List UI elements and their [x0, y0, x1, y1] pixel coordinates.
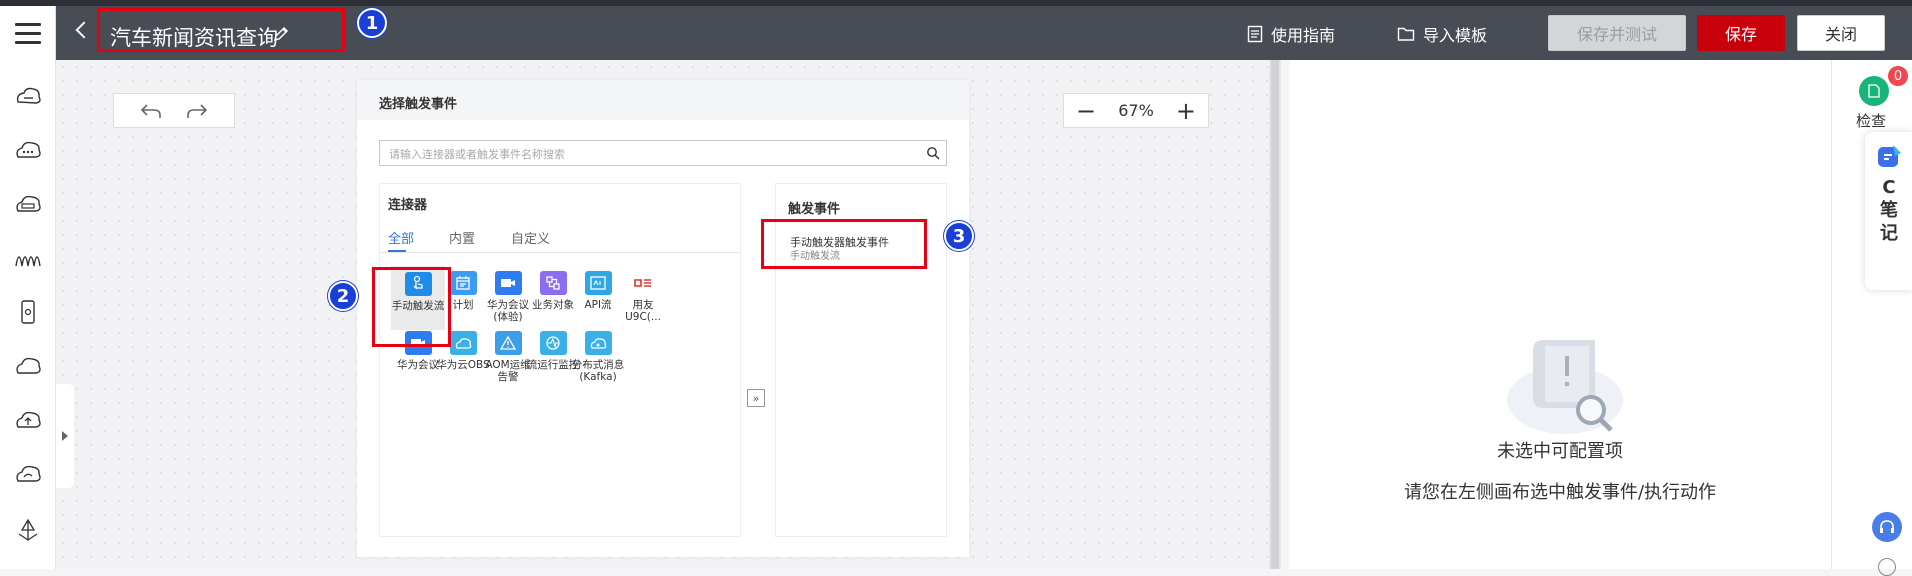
flow-icon[interactable]: [12, 246, 44, 270]
note-panel-tab[interactable]: C笔记: [1865, 132, 1912, 290]
note-label: C笔记: [1880, 177, 1898, 244]
folder-icon: [1397, 27, 1415, 41]
yonyou-logo: [629, 271, 657, 295]
guide-link[interactable]: 使用指南: [1247, 22, 1335, 46]
tab-all[interactable]: 全部: [388, 228, 414, 247]
right-toolbar: 0 检查 C笔记: [1831, 60, 1912, 576]
cloud-upload-icon[interactable]: [12, 408, 44, 432]
document-icon: [1247, 25, 1263, 43]
tab-builtin[interactable]: 内置: [449, 228, 475, 247]
expand-triggers-button[interactable]: »: [747, 389, 765, 407]
back-arrow-icon[interactable]: [75, 21, 93, 39]
calendar-icon: [449, 271, 477, 295]
step-badge-3: 3: [944, 221, 974, 251]
tab-custom[interactable]: 自定义: [511, 228, 550, 247]
check-count-badge: 0: [1888, 66, 1908, 86]
save-button[interactable]: 保存: [1697, 15, 1785, 51]
connector-yonyou-u9c[interactable]: 用友U9C(...: [616, 271, 670, 323]
check-icon[interactable]: [1859, 76, 1889, 106]
note-icon: [1878, 145, 1901, 167]
undo-icon[interactable]: [139, 101, 163, 121]
connectors-title: 连接器: [388, 198, 428, 213]
properties-panel: 未选中可配置项 请您在左侧画布选中触发事件/执行动作: [1289, 60, 1831, 569]
cloud-icon[interactable]: [12, 354, 44, 378]
zoom-control: − 67% +: [1063, 93, 1209, 128]
connector-label: 计划: [452, 299, 474, 311]
menu-icon[interactable]: [0, 6, 56, 60]
import-template-link[interactable]: 导入模板: [1397, 22, 1487, 46]
close-button[interactable]: 关闭: [1797, 15, 1885, 51]
help-icon[interactable]: [1878, 558, 1896, 576]
connector-label: 分布式消息(Kafka): [571, 359, 625, 383]
connector-kafka[interactable]: 分布式消息(Kafka): [571, 331, 625, 383]
zoom-in-button[interactable]: +: [1174, 99, 1198, 123]
highlight-box-trigger: [761, 219, 927, 269]
connector-label: 华为会议: [397, 359, 439, 371]
obs-cloud-icon: [449, 331, 477, 355]
highlight-box-title: [97, 8, 345, 52]
guide-label: 使用指南: [1271, 26, 1336, 45]
search-placeholder: 请输入连接器或者触发事件名称搜索: [389, 148, 565, 161]
connector-label: AOM运维告警: [485, 359, 531, 383]
kafka-cloud-icon: [584, 331, 612, 355]
search-icon[interactable]: [926, 146, 940, 160]
left-sidebar: [0, 60, 56, 569]
panel-title: 选择触发事件: [357, 80, 969, 120]
anchor-icon[interactable]: [12, 518, 44, 542]
empty-state-title: 未选中可配置项: [1497, 441, 1623, 462]
api-icon: [584, 271, 612, 295]
search-input[interactable]: 请输入连接器或者触发事件名称搜索: [379, 140, 947, 166]
highlight-box-connector: [372, 267, 451, 347]
empty-state-illustration-icon: [1507, 340, 1623, 434]
empty-state-description: 请您在左侧画布选中触发事件/执行动作: [1403, 482, 1717, 503]
expand-left-panel-button[interactable]: [56, 384, 74, 488]
business-object-icon: [539, 271, 567, 295]
cloud-dots-icon[interactable]: [12, 138, 44, 162]
undo-redo-toolbar: [113, 93, 235, 128]
mobile-icon[interactable]: [12, 300, 44, 324]
redo-icon[interactable]: [185, 101, 209, 121]
save-and-test-button[interactable]: 保存并测试: [1548, 15, 1686, 51]
triggers-title: 触发事件: [788, 202, 841, 217]
video-camera-icon: [494, 271, 522, 295]
connector-label: 用友U9C(...: [625, 299, 661, 323]
connector-label: API流: [584, 299, 612, 311]
tab-divider: [380, 252, 740, 253]
cloud-code-icon[interactable]: [12, 192, 44, 216]
monitor-icon: [539, 331, 567, 355]
step-badge-2: 2: [328, 281, 358, 311]
connector-label: 华为会议(体验): [487, 299, 529, 323]
import-label: 导入模板: [1423, 26, 1488, 45]
zoom-out-button[interactable]: −: [1074, 99, 1098, 123]
zoom-level: 67%: [1118, 101, 1154, 120]
headset-icon[interactable]: [1872, 512, 1902, 542]
cloud-sync-icon[interactable]: [12, 462, 44, 486]
alarm-triangle-icon: [494, 331, 522, 355]
step-badge-1: 1: [357, 8, 387, 38]
check-label[interactable]: 检查: [1856, 110, 1886, 131]
connector-section: 连接器 全部 内置 自定义 手动触发流 计划 华为会议(体验) 业务对象 API…: [379, 183, 741, 537]
trigger-icon[interactable]: [12, 84, 44, 108]
connector-label: 业务对象: [532, 299, 574, 311]
panel-resizer[interactable]: [1269, 60, 1281, 569]
